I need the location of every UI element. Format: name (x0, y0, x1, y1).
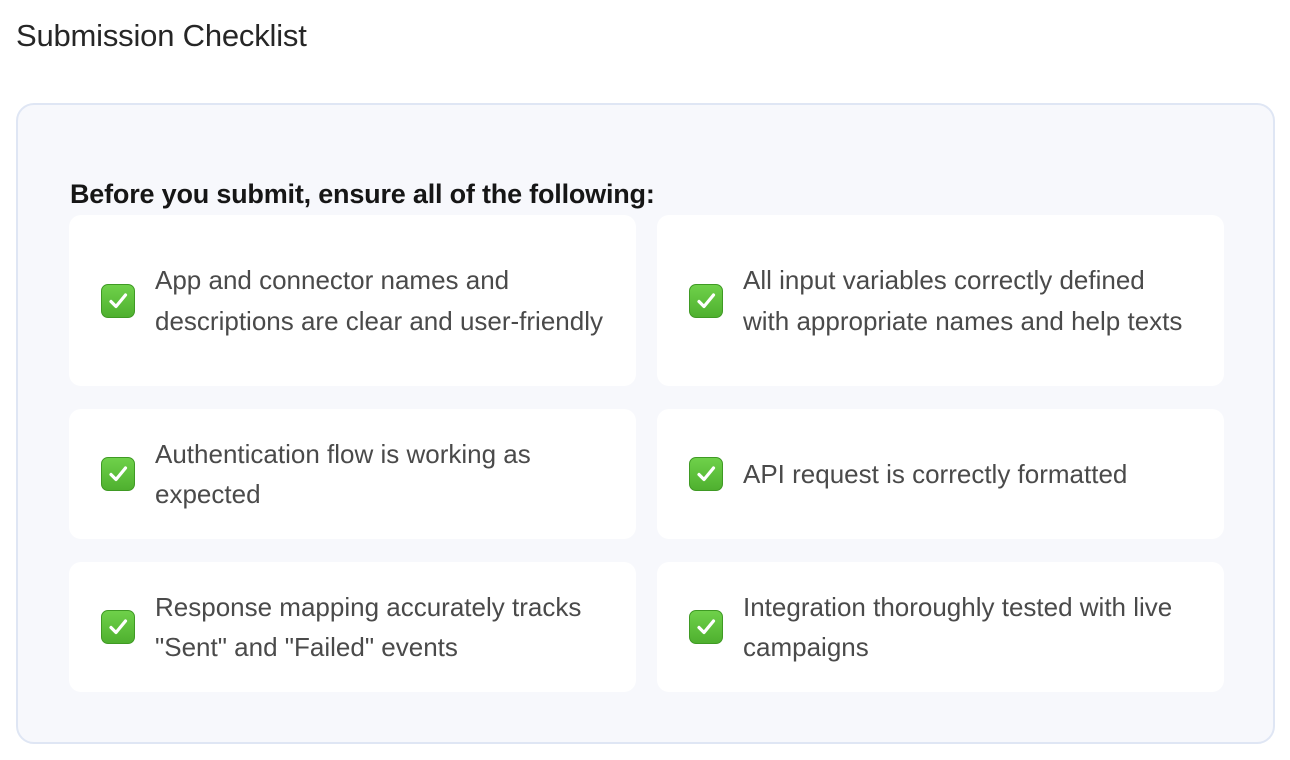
checklist-panel: Before you submit, ensure all of the fol… (16, 103, 1275, 744)
checklist-item-text: API request is correctly formatted (743, 458, 1128, 489)
check-mark-icon (689, 457, 723, 491)
checklist-item: App and connector names and descriptions… (69, 215, 636, 386)
check-mark-icon (101, 457, 135, 491)
page-title: Submission Checklist (16, 18, 307, 53)
checklist-item-text: App and connector names and descriptions… (155, 265, 603, 336)
checklist-item-text: Response mapping accurately tracks "Sent… (155, 591, 582, 663)
checklist-item-text: All input variables correctly defined wi… (743, 265, 1183, 336)
checklist-item: Integration thoroughly tested with live … (657, 562, 1224, 692)
checklist-item: All input variables correctly defined wi… (657, 215, 1224, 386)
checklist-item: Authentication flow is working as expect… (69, 409, 636, 539)
checklist-item-text: Authentication flow is working as expect… (155, 438, 531, 510)
check-mark-icon (101, 610, 135, 644)
checklist-item: Response mapping accurately tracks "Sent… (69, 562, 636, 692)
check-mark-icon (101, 283, 135, 318)
checklist-item: API request is correctly formatted (657, 409, 1224, 539)
checklist-item-text: Integration thoroughly tested with live … (743, 591, 1173, 663)
check-mark-icon (689, 610, 723, 644)
checklist-heading: Before you submit, ensure all of the fol… (70, 179, 655, 209)
checklist-grid: App and connector names and descriptions… (69, 215, 1225, 692)
check-mark-icon (689, 283, 723, 318)
